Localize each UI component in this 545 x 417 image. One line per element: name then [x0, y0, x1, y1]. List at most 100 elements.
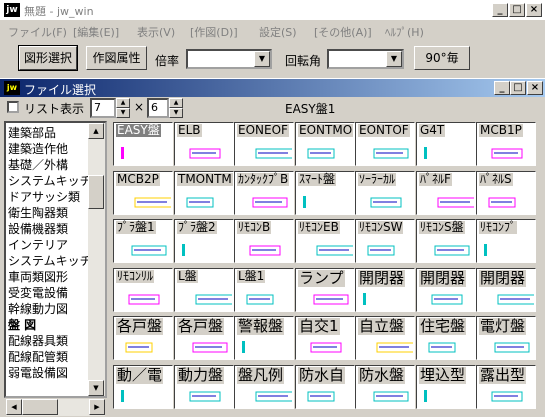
category-item[interactable]: インテリア: [8, 237, 68, 253]
scroll-left-icon[interactable]: ◀: [6, 399, 22, 415]
scale-select[interactable]: ▼: [186, 49, 272, 69]
file-thumbnail[interactable]: 盤凡例: [234, 365, 294, 409]
file-thumbnail[interactable]: 自交1: [295, 316, 355, 360]
category-item[interactable]: 建築造作他: [8, 141, 68, 157]
rows-spinner[interactable]: ▲ ▼: [169, 98, 183, 118]
thumbnail-preview-icon: [316, 245, 353, 256]
file-thumbnail[interactable]: EONTMO: [295, 122, 355, 166]
hscrollbar-thumb[interactable]: [22, 399, 58, 415]
columns-input[interactable]: 7: [90, 98, 116, 118]
file-thumbnail[interactable]: ランプ: [295, 268, 355, 312]
file-thumbnail[interactable]: G4T: [416, 122, 476, 166]
minimize-button[interactable]: _: [494, 81, 510, 95]
file-thumbnail[interactable]: L盤: [174, 268, 234, 312]
scroll-up-icon[interactable]: ▲: [88, 123, 104, 139]
file-thumbnail-label: 開閉器: [419, 269, 467, 287]
file-thumbnail[interactable]: 動力盤: [174, 365, 234, 409]
category-item[interactable]: 設備機器類: [8, 221, 68, 237]
file-thumbnail[interactable]: 防水自: [295, 365, 355, 409]
file-thumbnail[interactable]: ｶﾝﾀｯｸﾌﾟB: [234, 171, 294, 215]
thumbnail-preview-icon: [367, 245, 395, 256]
file-thumbnail-label: 防水盤: [358, 366, 406, 384]
file-thumbnail[interactable]: EONEOF: [234, 122, 294, 166]
scrollbar-thumb[interactable]: [88, 175, 104, 209]
file-thumbnail[interactable]: 開閉器: [355, 268, 415, 312]
category-item[interactable]: 幹線動力図: [8, 301, 68, 317]
file-thumbnail[interactable]: ｽﾏｰﾄ盤: [295, 171, 355, 215]
draw-attribute-button[interactable]: 作図属性: [86, 46, 147, 70]
file-thumbnail[interactable]: ﾊﾟﾈﾙS: [476, 171, 536, 215]
category-item[interactable]: 弱電設備図: [8, 365, 68, 381]
maximize-button[interactable]: □: [510, 81, 526, 95]
category-item[interactable]: 建築部品: [8, 125, 56, 141]
category-item[interactable]: 配線配管類: [8, 349, 68, 365]
menu-view[interactable]: 表示(V): [137, 24, 175, 40]
thumbnail-preview-icon: [424, 147, 427, 159]
thumbnail-preview-icon: [484, 244, 487, 256]
file-thumbnail-label: 盤凡例: [237, 366, 285, 384]
close-button[interactable]: ×: [527, 81, 543, 95]
file-thumbnail[interactable]: 開閉器: [476, 268, 536, 312]
rotate-90-button[interactable]: 90°毎: [414, 46, 470, 70]
file-thumbnail[interactable]: 露出型: [476, 365, 536, 409]
file-thumbnail[interactable]: 埋込型: [416, 365, 476, 409]
file-thumbnail-label: 開閉器: [479, 269, 527, 287]
figure-select-button[interactable]: 図形選択: [18, 45, 78, 71]
file-thumbnail[interactable]: ﾊﾟﾈﾙF: [416, 171, 476, 215]
minimize-button[interactable]: _: [492, 3, 508, 17]
category-scrollbar[interactable]: ▲ ▼: [88, 123, 105, 396]
category-item[interactable]: 車両類図形: [8, 269, 68, 285]
chevron-down-icon[interactable]: ▼: [254, 51, 270, 67]
file-thumbnail[interactable]: EASY盤: [113, 122, 173, 166]
file-thumbnail[interactable]: ﾘﾓｺﾝB: [234, 219, 294, 263]
file-thumbnail[interactable]: 動／電: [113, 365, 173, 409]
chevron-down-icon[interactable]: ▼: [386, 51, 402, 67]
menu-draw[interactable]: [作図(D)]: [190, 24, 238, 40]
file-thumbnail[interactable]: ｿｰﾗｰｶﾙ: [355, 171, 415, 215]
menu-edit[interactable]: [編集(E)]: [73, 24, 119, 40]
file-thumbnail[interactable]: 住宅盤: [416, 316, 476, 360]
menu-help[interactable]: ﾍﾙﾌﾟ(H): [385, 24, 424, 40]
jw-app-icon[interactable]: jw: [4, 3, 20, 17]
file-thumbnail[interactable]: ﾘﾓｺﾝSW: [355, 219, 415, 263]
file-thumbnail[interactable]: MCB1P: [476, 122, 536, 166]
list-view-checkbox[interactable]: [7, 101, 19, 113]
category-item[interactable]: 基礎／外構: [8, 157, 68, 173]
category-hscrollbar[interactable]: ◀ ▶: [6, 399, 105, 416]
category-item[interactable]: 配線器具類: [8, 333, 68, 349]
file-thumbnail[interactable]: 自立盤: [355, 316, 415, 360]
category-item[interactable]: ドアサッシ類: [8, 189, 80, 205]
maximize-button[interactable]: □: [509, 3, 525, 17]
file-thumbnail[interactable]: 開閉器: [416, 268, 476, 312]
file-thumbnail[interactable]: MCB2P: [113, 171, 173, 215]
file-thumbnail[interactable]: ﾘﾓｺﾝﾘﾙ: [113, 268, 173, 312]
category-item[interactable]: 受変電設備: [8, 285, 68, 301]
file-thumbnail[interactable]: 各戸盤: [113, 316, 173, 360]
category-item[interactable]: 盤 図: [8, 317, 36, 333]
rotation-select[interactable]: ▼: [327, 49, 404, 69]
file-thumbnail-label: ELB: [177, 123, 202, 138]
file-thumbnail[interactable]: 電灯盤: [476, 316, 536, 360]
file-thumbnail[interactable]: ﾘﾓｺﾝﾌﾟ: [476, 219, 536, 263]
menu-file[interactable]: ファイル(F): [8, 24, 67, 40]
file-thumbnail[interactable]: ﾘﾓｺﾝEB: [295, 219, 355, 263]
menu-other[interactable]: [その他(A)]: [314, 24, 372, 40]
scroll-right-icon[interactable]: ▶: [89, 399, 105, 415]
category-item[interactable]: 衛生陶器類: [8, 205, 68, 221]
file-thumbnail[interactable]: ELB: [174, 122, 234, 166]
file-thumbnail[interactable]: L盤1: [234, 268, 294, 312]
file-thumbnail[interactable]: 各戸盤: [174, 316, 234, 360]
file-thumbnail-label: 各戸盤: [177, 317, 225, 335]
file-thumbnail[interactable]: ﾌﾟﾗ盤1: [113, 219, 173, 263]
columns-spinner[interactable]: ▲ ▼: [116, 98, 130, 118]
close-button[interactable]: ×: [526, 3, 542, 17]
file-thumbnail[interactable]: 警報盤: [234, 316, 294, 360]
file-thumbnail[interactable]: ﾘﾓｺﾝS盤: [416, 219, 476, 263]
rows-input[interactable]: 6: [147, 98, 169, 118]
file-thumbnail[interactable]: EONTOF: [355, 122, 415, 166]
scroll-down-icon[interactable]: ▼: [88, 380, 104, 396]
menu-settings[interactable]: 設定(S): [259, 24, 297, 40]
file-thumbnail[interactable]: 防水盤: [355, 365, 415, 409]
file-thumbnail[interactable]: ﾌﾟﾗ盤2: [174, 219, 234, 263]
file-thumbnail[interactable]: TMONTM: [174, 171, 234, 215]
